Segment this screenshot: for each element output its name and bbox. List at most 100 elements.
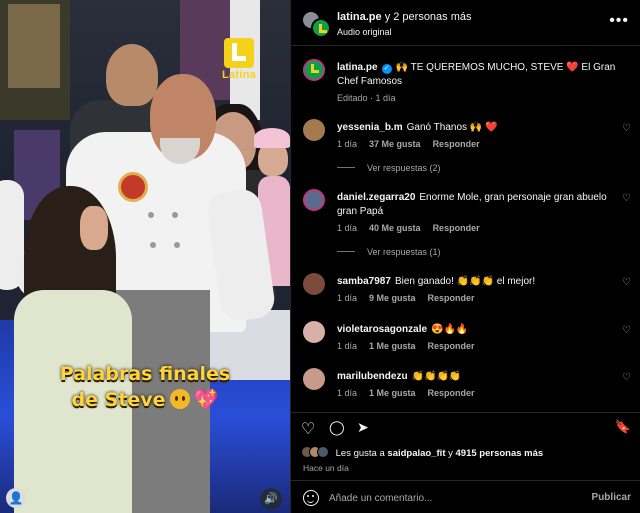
sparkling-heart-icon: 💖 [193,387,219,411]
user-tag-icon[interactable]: 👤 [6,488,26,508]
comment-meta: 1 día 9 Me gusta Responder [337,293,487,303]
caption-meta: Editado · 1 día [337,93,396,103]
audio-label[interactable]: Audio original [337,27,392,37]
comment-likes[interactable]: 40 Me gusta [369,223,421,233]
latina-logo-mark [224,38,254,68]
chef-button [150,242,156,248]
more-options-icon[interactable]: ••• [609,12,629,30]
comment-text: samba7987 Bien ganado! 👏👏👏 el mejor! [337,275,617,289]
likes-count[interactable]: 4915 personas más [456,448,544,459]
caption-line-2-wrap: de Steve 💖 [40,387,250,413]
liker-username[interactable]: saidpalao_fit [387,448,445,459]
sound-toggle-icon[interactable]: 🔊 [260,488,282,510]
post-timestamp: Hace un día [303,463,349,473]
reply-button[interactable]: Responder [428,388,475,398]
comment-likes[interactable]: 1 Me gusta [369,388,416,398]
comment-likes[interactable]: 37 Me gusta [369,139,421,149]
comment-body: Bien ganado! 👏👏👏 el mejor! [394,276,536,287]
commenter-avatar[interactable] [303,368,325,390]
comment-meta: 1 día 40 Me gusta Responder [337,223,492,233]
view-replies-label: Ver respuestas (2) [367,163,441,173]
comment-meta: 1 día 37 Me gusta Responder [337,139,492,149]
collaborators-text[interactable]: y 2 personas más [385,11,472,23]
view-replies[interactable]: Ver respuestas (2) [337,163,441,173]
likes-summary[interactable]: Les gusta a saidpalao_fit y 4915 persona… [301,446,543,462]
girl-pink-hat [254,128,290,148]
latina-logo: Latina [222,38,258,84]
comment-age: 1 día [337,341,358,351]
verified-badge-icon: ✓ [381,64,392,74]
comment-age: 1 día [337,139,358,149]
commenter-avatar[interactable] [303,119,325,141]
video-player[interactable]: Latina Palabras finales de Steve 💖 👤 🔊 [0,0,290,513]
background-man-head [106,44,158,106]
like-comment-icon[interactable]: ♡ [622,372,631,383]
replies-divider [337,167,355,168]
comment-username[interactable]: samba7987 [337,276,391,287]
comment-meta: 1 día 1 Me gusta Responder [337,341,487,351]
owner-username[interactable]: latina.pe [337,11,382,23]
backdrop-poster [8,4,60,88]
chef-button [148,212,154,218]
comment-text: yessenia_b.m Ganó Thanos 🙌 ❤️ [337,121,617,135]
reply-button[interactable]: Responder [433,223,480,233]
comment-text: marilubendezu 👏👏👏👏 [337,370,617,384]
latina-avatar[interactable] [303,59,325,81]
emoji-icon[interactable] [303,490,319,506]
caption-line-2: de Steve [71,389,166,411]
commenter-avatar[interactable] [303,273,325,295]
comment-composer: Publicar [291,480,640,513]
like-comment-icon[interactable]: ♡ [622,193,631,204]
comment-body: 👏👏👏👏 [411,371,462,382]
likes-prefix: Les gusta a [335,448,385,459]
post-header: latina.pe y 2 personas más Audio origina… [291,0,640,46]
chef-badge [118,172,148,202]
comment-meta: 1 día 1 Me gusta Responder [337,388,487,398]
comment-input[interactable] [329,489,569,507]
view-replies-label: Ver respuestas (1) [367,247,441,257]
comments-list[interactable]: latina.pe ✓ 🙌 TE QUEREMOS MUCHO, STEVE ❤️ … [291,47,640,401]
view-replies[interactable]: Ver respuestas (1) [337,247,441,257]
comment-body: 😍🔥🔥 [431,324,469,335]
comment-username[interactable]: daniel.zegarra20 [337,192,415,203]
pleading-face-icon [169,389,190,409]
chef-button [174,242,180,248]
reply-button[interactable]: Responder [428,293,475,303]
comment-age: 1 día [337,223,358,233]
post-panel: latina.pe y 2 personas más Audio origina… [290,0,640,513]
like-icon[interactable]: ♡ [301,419,315,439]
reply-button[interactable]: Responder [433,139,480,149]
likes-conj: y [448,448,453,459]
reply-button[interactable]: Responder [428,341,475,351]
like-comment-icon[interactable]: ♡ [622,325,631,336]
share-icon[interactable]: ➤ [357,419,369,436]
caption-text: latina.pe ✓ 🙌 TE QUEREMOS MUCHO, STEVE ❤️ … [337,61,617,89]
comment-likes[interactable]: 1 Me gusta [369,341,416,351]
like-comment-icon[interactable]: ♡ [622,123,631,134]
replies-divider [337,251,355,252]
chef-button [172,212,178,218]
comment-age: 1 día [337,293,358,303]
latina-avatar [311,18,331,38]
post-owner-line: latina.pe y 2 personas más [337,11,472,23]
comment-likes[interactable]: 9 Me gusta [369,293,416,303]
caption-line-1: Palabras finales [59,363,231,385]
post-comment-button[interactable]: Publicar [592,492,631,503]
comment-age: 1 día [337,388,358,398]
comment-text: violetarosagonzale 😍🔥🔥 [337,323,617,337]
liker-avatar [317,446,329,458]
comment-username[interactable]: marilubendezu [337,371,408,382]
comment-text: daniel.zegarra20 Enorme Mole, gran person… [337,191,617,219]
save-icon[interactable]: 🔖 [615,419,631,435]
commenter-avatar[interactable] [303,189,325,211]
collab-avatars[interactable] [301,10,331,38]
comment-username[interactable]: yessenia_b.m [337,122,403,133]
caption-author[interactable]: latina.pe [337,62,378,73]
commenter-avatar[interactable] [303,321,325,343]
video-caption: Palabras finales de Steve 💖 [40,362,250,413]
girl-face [80,206,108,250]
action-bar: ♡ ◯ ➤ 🔖 [291,412,640,442]
comment-username[interactable]: violetarosagonzale [337,324,427,335]
comment-icon[interactable]: ◯ [329,419,345,436]
like-comment-icon[interactable]: ♡ [622,277,631,288]
